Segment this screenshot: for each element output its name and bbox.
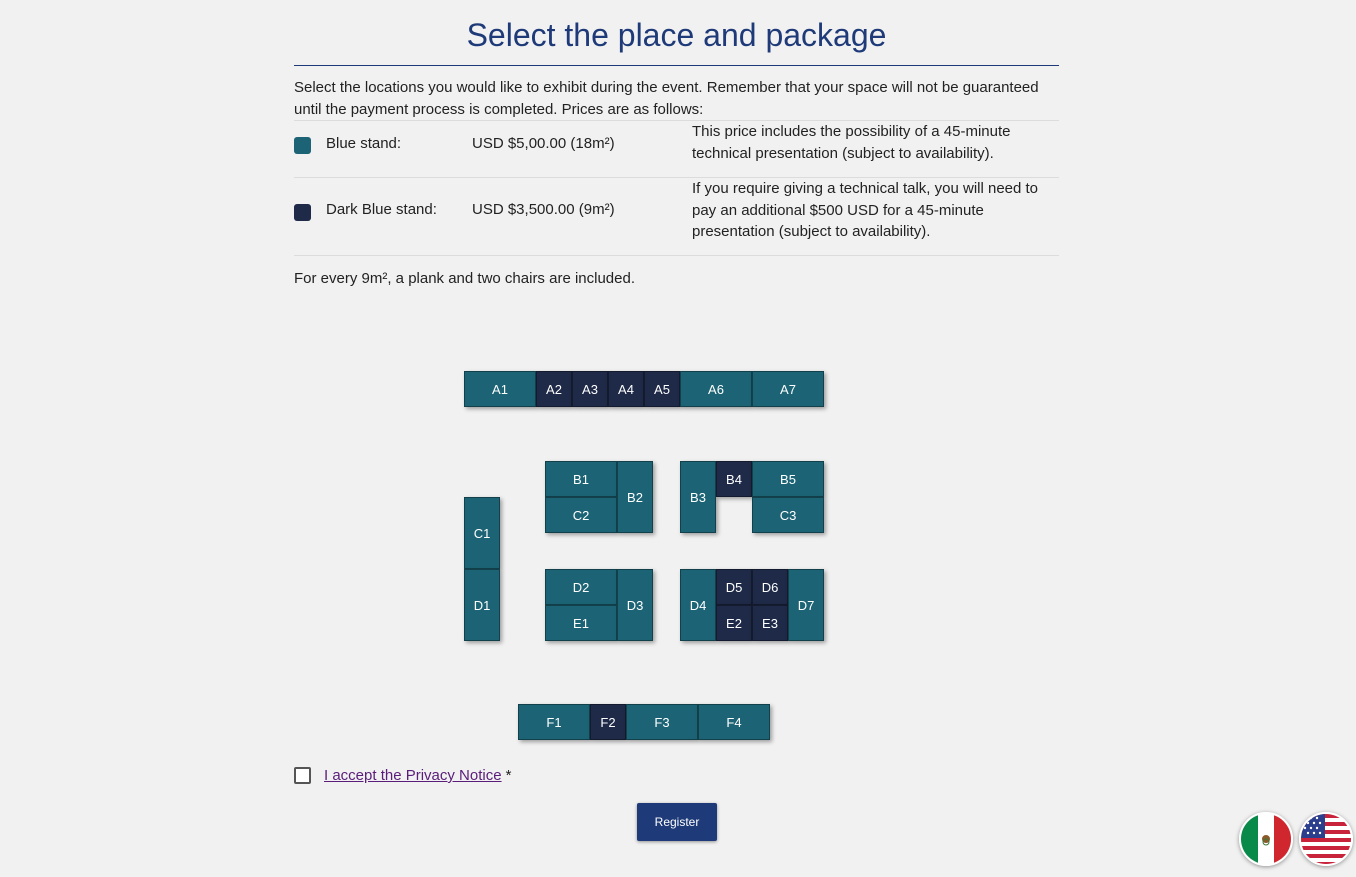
privacy-checkbox[interactable] — [294, 767, 311, 784]
price-note: This price includes the possibility of a… — [692, 123, 1011, 162]
booth-c1[interactable]: C1 — [464, 497, 500, 569]
booth-a5[interactable]: A5 — [644, 371, 680, 407]
booth-d4[interactable]: D4 — [680, 569, 716, 641]
price-amount: USD $3,500.00 (9m²) — [472, 201, 615, 218]
dark-blue-swatch — [294, 204, 311, 221]
price-name: Dark Blue stand: — [326, 201, 437, 218]
title-divider — [294, 65, 1059, 66]
booth-a2[interactable]: A2 — [536, 371, 572, 407]
booth-a1[interactable]: A1 — [464, 371, 536, 407]
booth-d7[interactable]: D7 — [788, 569, 824, 641]
price-row-dark-blue: Dark Blue stand: USD $3,500.00 (9m²) If … — [294, 177, 1059, 256]
booth-a3[interactable]: A3 — [572, 371, 608, 407]
booth-d6[interactable]: D6 — [752, 569, 788, 605]
blue-swatch — [294, 137, 311, 154]
language-spanish-button[interactable] — [1239, 812, 1293, 866]
price-name: Blue stand: — [326, 135, 402, 152]
booth-a4[interactable]: A4 — [608, 371, 644, 407]
booth-b1[interactable]: B1 — [545, 461, 617, 497]
booth-d1[interactable]: D1 — [464, 569, 500, 641]
booth-b3[interactable]: B3 — [680, 461, 716, 533]
price-amount: USD $5,00.00 (18m²) — [472, 135, 615, 152]
booth-e1[interactable]: E1 — [545, 605, 617, 641]
booth-e2[interactable]: E2 — [716, 605, 752, 641]
booth-a7[interactable]: A7 — [752, 371, 824, 407]
booth-c2[interactable]: C2 — [545, 497, 617, 533]
booth-f1[interactable]: F1 — [518, 704, 590, 740]
usa-flag-icon — [1301, 814, 1351, 864]
booth-d3[interactable]: D3 — [617, 569, 653, 641]
mexico-flag-icon — [1241, 814, 1291, 864]
booth-f4[interactable]: F4 — [698, 704, 770, 740]
required-marker: * — [505, 767, 512, 784]
register-button[interactable]: Register — [637, 803, 717, 841]
footnote: For every 9m², a plank and two chairs ar… — [294, 270, 635, 287]
booth-f3[interactable]: F3 — [626, 704, 698, 740]
language-english-button[interactable] — [1299, 812, 1353, 866]
booth-d5[interactable]: D5 — [716, 569, 752, 605]
price-note: If you require giving a technical talk, … — [692, 180, 1039, 240]
booth-b4[interactable]: B4 — [716, 461, 752, 497]
booth-f2[interactable]: F2 — [590, 704, 626, 740]
booth-c3[interactable]: C3 — [752, 497, 824, 533]
booth-b2[interactable]: B2 — [617, 461, 653, 533]
booth-a6[interactable]: A6 — [680, 371, 752, 407]
booth-d2[interactable]: D2 — [545, 569, 617, 605]
booth-e3[interactable]: E3 — [752, 605, 788, 641]
intro-text: Select the locations you would like to e… — [294, 79, 1039, 118]
price-row-blue: Blue stand: USD $5,00.00 (18m²) This pri… — [294, 120, 1059, 178]
privacy-consent: I accept the Privacy Notice * — [294, 767, 511, 784]
booth-b5[interactable]: B5 — [752, 461, 824, 497]
privacy-notice-link[interactable]: I accept the Privacy Notice — [324, 767, 502, 784]
page-title: Select the place and package — [466, 17, 887, 53]
